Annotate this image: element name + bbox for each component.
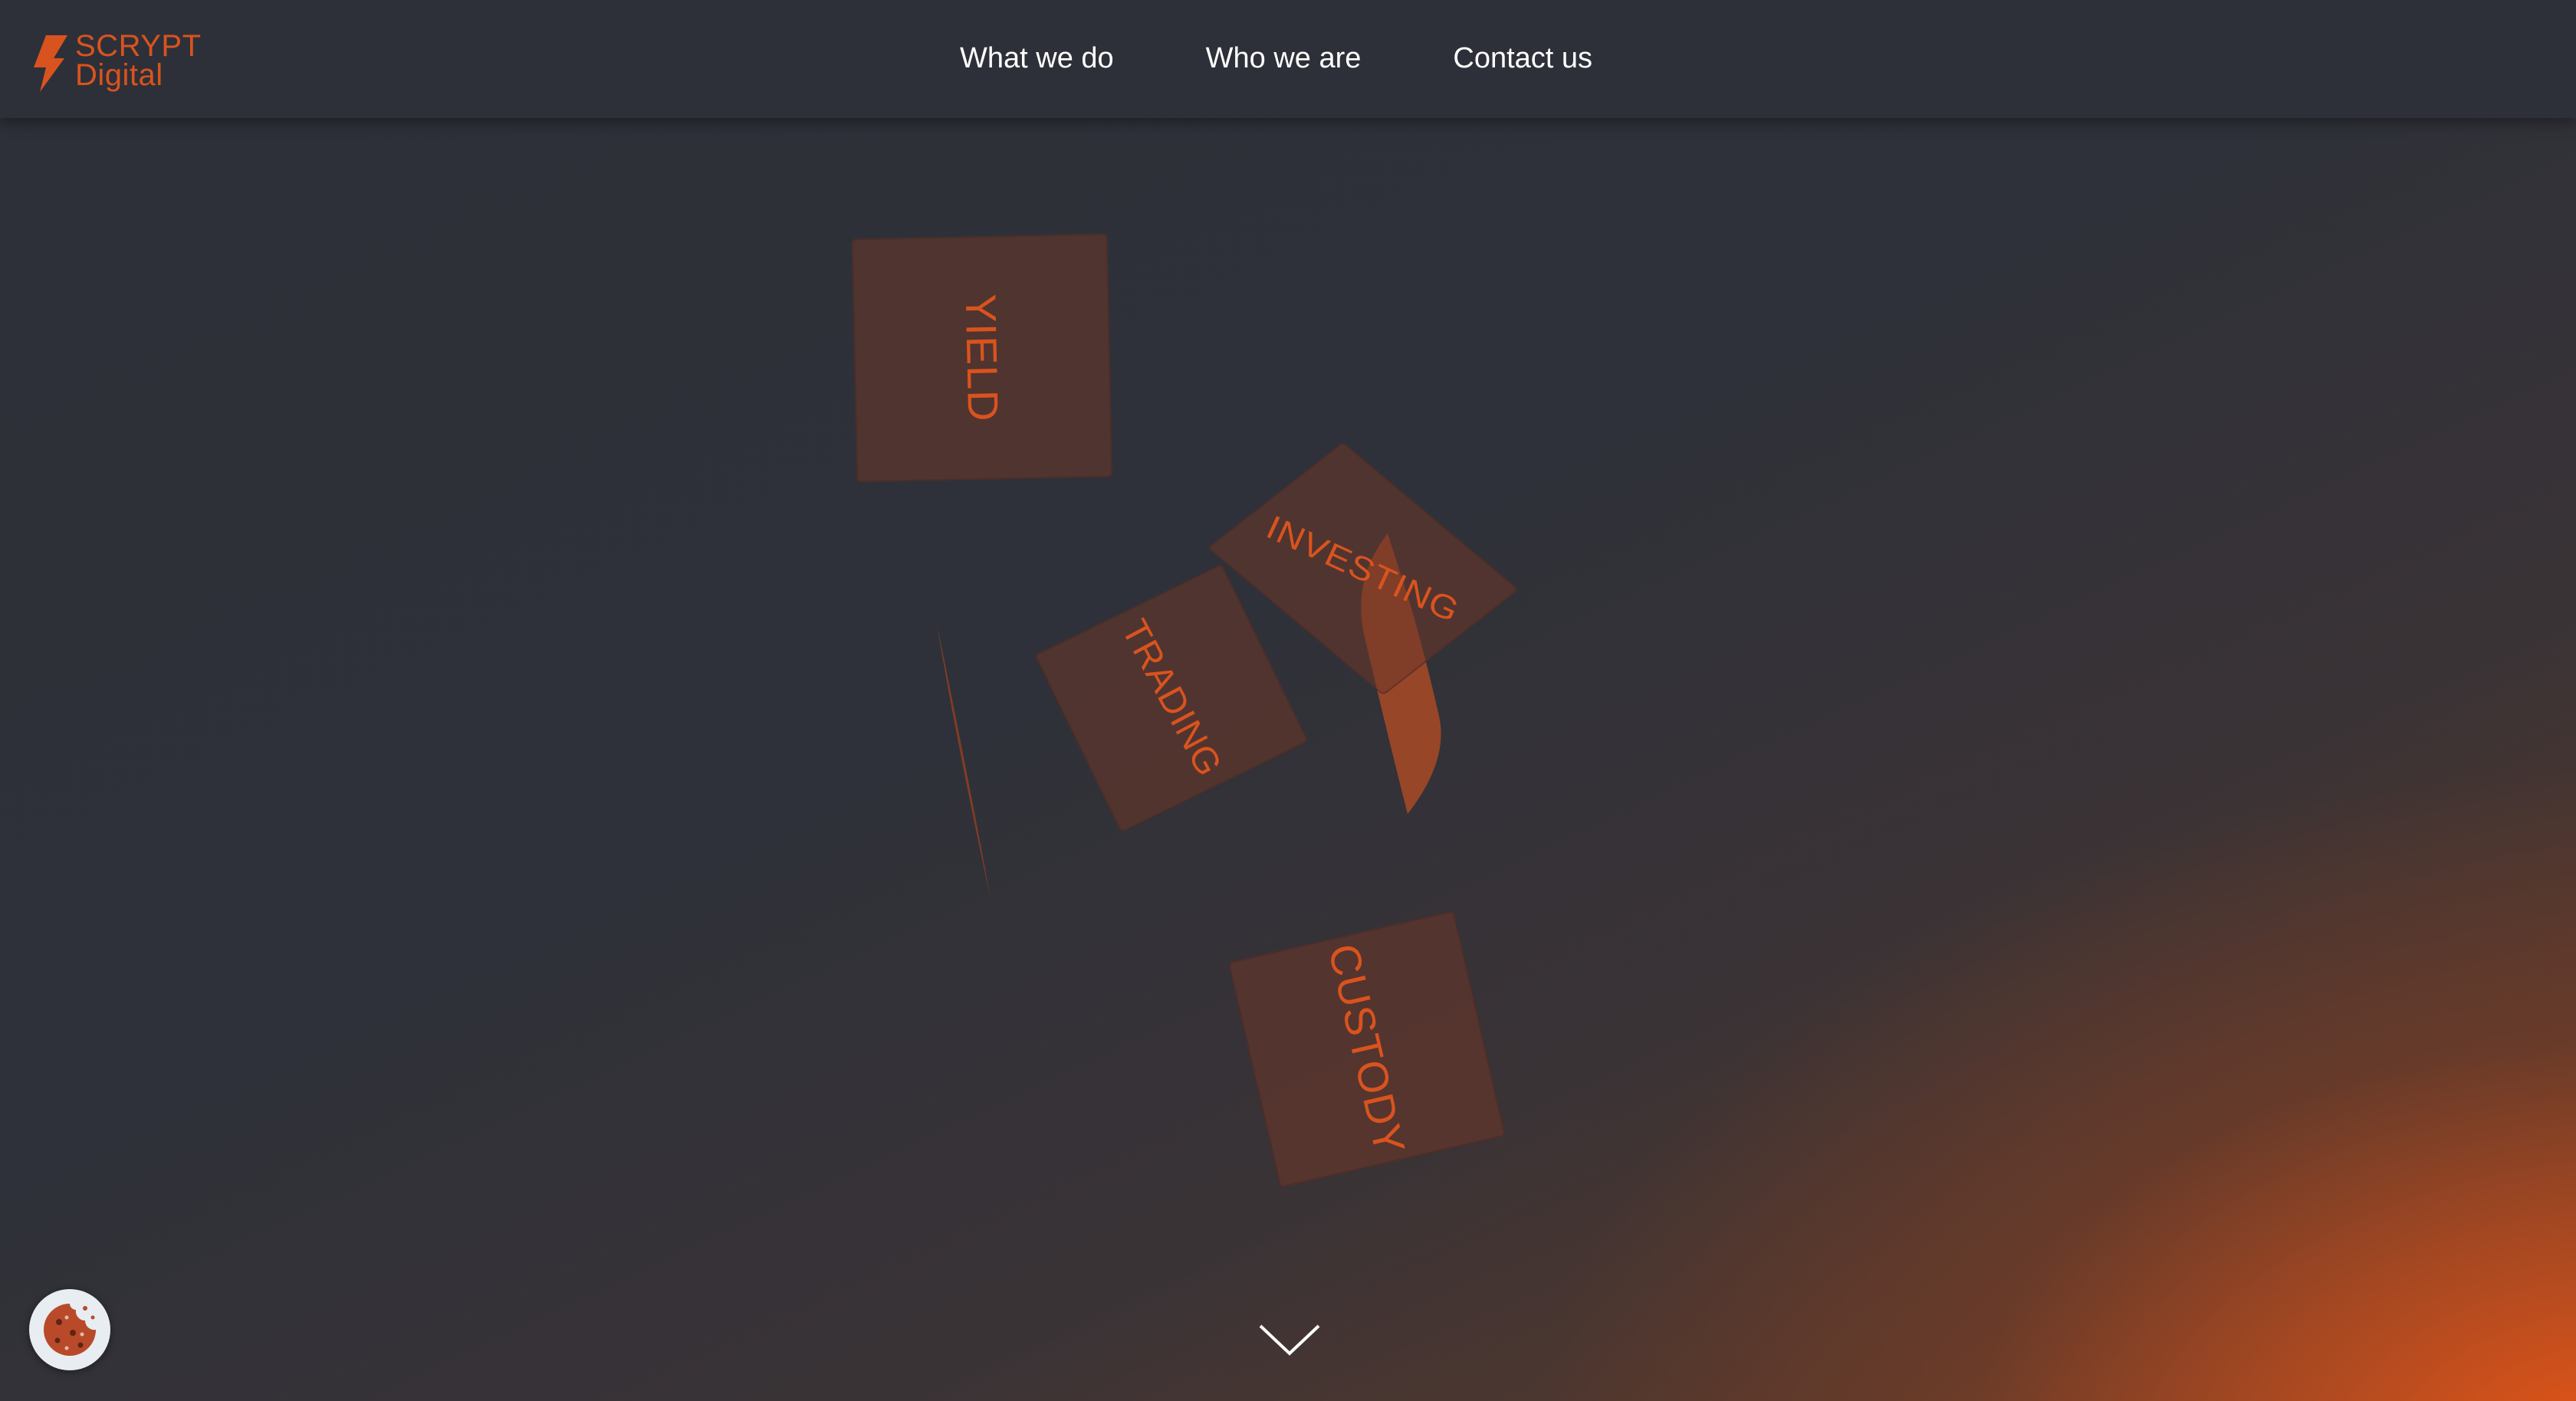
nav-link-contact-us[interactable]: Contact us (1453, 38, 1592, 78)
landing-page: SCRYPT Digital What we do Who we are Con… (0, 0, 2576, 1401)
nav-link-what-we-do[interactable]: What we do (960, 38, 1114, 78)
card-label-trading: TRADING (1113, 613, 1230, 783)
shard-left (937, 624, 991, 898)
scroll-down-button[interactable] (1257, 1320, 1322, 1360)
top-navbar: SCRYPT Digital What we do Who we are Con… (0, 0, 2576, 118)
card-label-custody: CUSTODY (1319, 939, 1415, 1160)
logo-text-scrypt: SCRYPT (75, 29, 202, 63)
main-nav: What we do Who we are Contact us (960, 38, 1592, 78)
nav-link-who-we-are[interactable]: Who we are (1206, 38, 1362, 78)
service-card-yield[interactable]: YIELD (851, 233, 1113, 483)
logo-text-digital: Digital (75, 58, 163, 92)
service-card-custody[interactable]: CUSTODY (1227, 910, 1506, 1189)
chevron-down-icon (1259, 1324, 1320, 1356)
logo-link[interactable]: SCRYPT Digital (29, 29, 213, 94)
cookie-icon (44, 1304, 96, 1356)
card-label-investing: INVESTING (1260, 507, 1466, 630)
service-card-trading[interactable]: TRADING (1034, 563, 1309, 833)
lightning-bolt-logo-icon (34, 35, 67, 92)
cookie-settings-button[interactable] (29, 1289, 110, 1370)
card-label-yield: YIELD (956, 293, 1008, 423)
